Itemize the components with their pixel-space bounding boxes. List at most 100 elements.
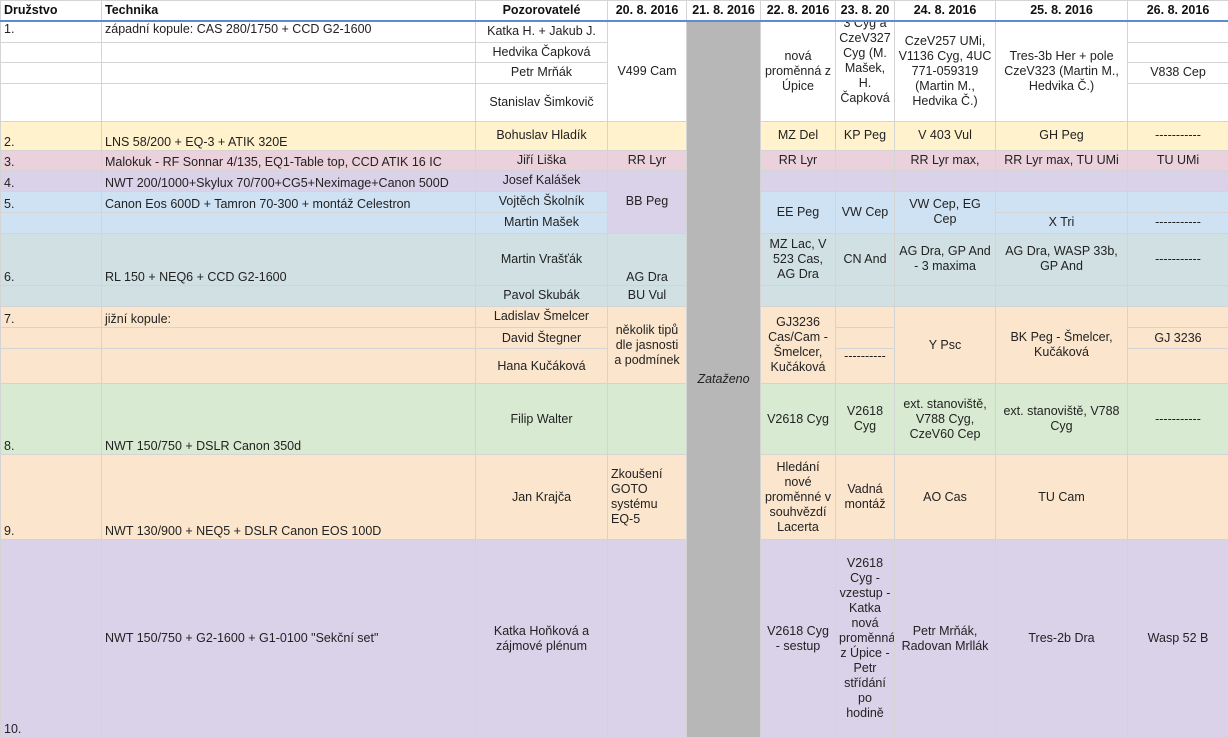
cell-22[interactable]: GJ3236 Cas/Cam - Šmelcer, Kučáková [760,305,836,385]
team-number-cell[interactable] [0,41,102,63]
observer-cell[interactable]: Filip Walter [475,383,608,456]
cell-23[interactable]: ---------- [835,348,895,385]
cell-25[interactable] [995,169,1128,192]
cell-25[interactable]: Tres-3b Her + pole CzeV323 (Martin M., H… [995,20,1128,122]
technique-cell[interactable]: RL 150 + NEQ6 + CCD G2-1600 [101,232,476,286]
cell-22[interactable] [760,169,836,192]
cell-23[interactable]: CN And [835,232,895,286]
cell-24[interactable]: Y Psc [894,305,996,385]
header-date-22[interactable]: 22. 8. 2016 [760,0,836,22]
cell-20[interactable] [607,383,687,456]
team-number-cell[interactable] [0,284,102,307]
observer-cell[interactable]: Petr Mrňák [475,61,608,84]
cell-26[interactable]: ----------- [1127,232,1228,286]
observer-cell[interactable]: Josef Kalášek [475,169,608,192]
cell-23[interactable]: 3 Cyg a CzeV327 Cyg (M. Mašek, H. Čapkov… [835,20,895,122]
cell-23[interactable]: V2618 Cyg [835,383,895,456]
cell-23[interactable] [835,284,895,307]
technique-cell[interactable] [101,326,476,350]
cell-22[interactable]: V2618 Cyg - sestup [760,539,836,738]
cell-26[interactable] [1127,284,1228,307]
team-number-cell[interactable] [0,326,102,350]
cell-25[interactable]: TU Cam [995,454,1128,541]
cell-22[interactable] [760,284,836,307]
cell-26[interactable]: ----------- [1127,383,1228,456]
observer-cell[interactable]: Hedvika Čapková [475,41,608,63]
team-number-cell[interactable]: 7. [0,305,102,329]
cell-22[interactable]: MZ Lac, V 523 Cas, AG Dra [760,232,836,286]
cell-26[interactable]: ----------- [1127,211,1228,234]
cell-24[interactable] [894,284,996,307]
header-date-23[interactable]: 23. 8. 20 [835,0,895,22]
cell-22[interactable]: MZ Del [760,120,836,151]
technique-cell[interactable]: NWT 130/900 + NEQ5 + DSLR Canon EOS 100D [101,454,476,541]
cell-24[interactable]: Petr Mrňák, Radovan Mrllák [894,539,996,738]
technique-cell[interactable]: Canon Eos 600D + Tamron 70-300 + montáž … [101,190,476,213]
cell-24[interactable] [894,169,996,192]
cell-26[interactable] [1127,305,1228,329]
technique-cell[interactable]: jižní kopule: [101,305,476,329]
cell-25[interactable]: BK Peg - Šmelcer, Kučáková [995,305,1128,385]
cell-26[interactable]: V838 Cep [1127,61,1228,84]
cell-24[interactable]: CzeV257 UMi, V1136 Cyg, 4UC 771-059319 (… [894,20,996,122]
cell-24[interactable]: V 403 Vul [894,120,996,151]
cell-24[interactable]: AG Dra, GP And - 3 maxima [894,232,996,286]
cell-26[interactable] [1127,348,1228,385]
team-number-cell[interactable]: 5. [0,190,102,213]
team-number-cell[interactable]: 8. [0,383,102,456]
header-technika[interactable]: Technika [101,0,476,22]
team-number-cell[interactable]: 1. [0,20,102,43]
cell-22[interactable]: RR Lyr [760,149,836,171]
cell-23[interactable] [835,305,895,329]
team-number-cell[interactable]: 9. [0,454,102,541]
cell-25[interactable]: GH Peg [995,120,1128,151]
header-pozorovatele[interactable]: Pozorovatelé [475,0,608,22]
cell-23[interactable] [835,326,895,350]
technique-cell[interactable]: NWT 200/1000+Skylux 70/700+CG5+Neximage+… [101,169,476,192]
header-date-21[interactable]: 21. 8. 2016 [686,0,761,22]
technique-cell[interactable]: západní kopule: CAS 280/1750 + CCD G2-16… [101,20,476,43]
technique-cell[interactable] [101,211,476,234]
cell-23[interactable] [835,149,895,171]
team-number-cell[interactable]: 10. [0,539,102,738]
cell-22[interactable]: V2618 Cyg [760,383,836,456]
technique-cell[interactable] [101,348,476,385]
cell-26[interactable] [1127,190,1228,213]
observer-cell[interactable]: Martin Vrašťák [475,232,608,286]
cell-26[interactable] [1127,20,1228,43]
cell-26[interactable]: GJ 3236 [1127,326,1228,350]
header-date-26[interactable]: 26. 8. 2016 [1127,0,1228,22]
cell-26[interactable] [1127,454,1228,541]
team-number-cell[interactable]: 6. [0,232,102,286]
observer-cell[interactable]: Pavol Skubák [475,284,608,307]
cell-26[interactable]: TU UMi [1127,149,1228,171]
cell-23[interactable]: Vadná montáž [835,454,895,541]
cell-25[interactable]: RR Lyr max, TU UMi [995,149,1128,171]
technique-cell[interactable]: LNS 58/200 + EQ-3 + ATIK 320E [101,120,476,151]
observer-cell[interactable]: Jiří Liška [475,149,608,171]
observer-cell[interactable]: Katka Hoňková a zájmové plénum [475,539,608,738]
team-number-cell[interactable]: 4. [0,169,102,192]
team-number-cell[interactable] [0,211,102,234]
cell-20[interactable] [607,120,687,151]
cell-20[interactable] [607,539,687,738]
cell-20[interactable]: několik tipů dle jasnosti a podmínek [607,305,687,385]
cell-26[interactable]: Wasp 52 B [1127,539,1228,738]
cell-25[interactable] [995,284,1128,307]
observer-cell[interactable]: Ladislav Šmelcer [475,305,608,329]
cell-20[interactable]: BU Vul [607,284,687,307]
cell-25[interactable]: AG Dra, WASP 33b, GP And [995,232,1128,286]
technique-cell[interactable] [101,41,476,63]
cell-26[interactable] [1127,41,1228,63]
cell-22[interactable]: nová proměnná z Úpice [760,20,836,122]
cell-26[interactable]: ----------- [1127,120,1228,151]
cell-24[interactable]: AO Cas [894,454,996,541]
observer-cell[interactable]: Stanislav Šimkovič [475,82,608,122]
cell-25[interactable]: ext. stanoviště, V788 Cyg [995,383,1128,456]
cell-24[interactable]: ext. stanoviště, V788 Cyg, CzeV60 Cep [894,383,996,456]
technique-cell[interactable]: Malokuk - RF Sonnar 4/135, EQ1-Table top… [101,149,476,171]
cell-26[interactable] [1127,82,1228,122]
cell-20[interactable]: BB Peg [607,169,687,234]
cell-20[interactable]: AG Dra [607,232,687,286]
observer-cell[interactable]: Katka H. + Jakub J. [475,20,608,43]
